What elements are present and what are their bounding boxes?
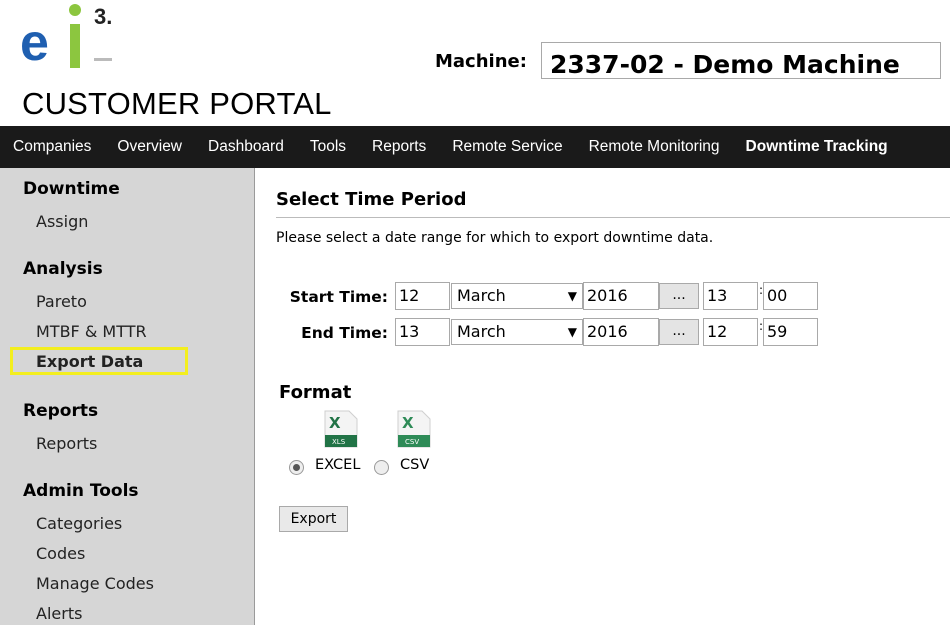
export-data-highlight (10, 347, 188, 375)
start-month-select[interactable]: March ▼ (451, 283, 583, 309)
end-year-input[interactable]: 2016 (583, 318, 659, 346)
end-minute-input[interactable]: 59 (763, 318, 818, 346)
portal-title: CUSTOMER PORTAL (22, 86, 332, 121)
excel-radio[interactable] (289, 460, 304, 475)
logo-e: e (20, 14, 49, 72)
machine-value: 2337-02 - Demo Machine (550, 50, 900, 79)
main-navbar: Companies Overview Dashboard Tools Repor… (0, 126, 950, 168)
end-month-select[interactable]: March ▼ (451, 319, 583, 345)
dropdown-arrow-icon: ▼ (567, 325, 577, 339)
nav-remote-monitoring[interactable]: Remote Monitoring (576, 138, 733, 156)
machine-selector[interactable]: 2337-02 - Demo Machine (541, 42, 941, 79)
start-hour-input[interactable]: 13 (703, 282, 758, 310)
excel-icon-label: XLS (332, 438, 346, 446)
sidebar-item-manage-codes[interactable]: Manage Codes (36, 574, 154, 593)
csv-radio-label: CSV (400, 457, 430, 473)
instructions-text: Please select a date range for which to … (276, 230, 714, 246)
title-divider (276, 217, 950, 218)
sidebar-item-reports[interactable]: Reports (36, 434, 97, 453)
start-day-input[interactable]: 12 (395, 282, 450, 310)
nav-reports[interactable]: Reports (359, 138, 439, 156)
sidebar-item-codes[interactable]: Codes (36, 544, 85, 563)
csv-file-icon: X CSV (394, 409, 434, 449)
sidebar-item-pareto[interactable]: Pareto (36, 292, 87, 311)
sidebar: Downtime Assign Analysis Pareto MTBF & M… (0, 168, 255, 625)
nav-dashboard[interactable]: Dashboard (195, 138, 297, 156)
sidebar-item-assign[interactable]: Assign (36, 212, 88, 231)
svg-text:X: X (329, 414, 341, 432)
sidebar-heading-reports: Reports (23, 401, 99, 421)
svg-text:X: X (402, 414, 414, 432)
nav-remote-service[interactable]: Remote Service (439, 138, 575, 156)
csv-icon-label: CSV (405, 438, 419, 446)
start-date-picker-button[interactable]: ... (659, 283, 699, 309)
end-date-picker-button[interactable]: ... (659, 319, 699, 345)
ei3-logo-graphic: e 3. (20, 4, 112, 72)
nav-downtime-tracking[interactable]: Downtime Tracking (733, 138, 901, 156)
end-month-value: March (457, 322, 506, 341)
export-button[interactable]: Export (279, 506, 348, 532)
sidebar-heading-analysis: Analysis (23, 259, 103, 279)
end-time-label: End Time: (301, 324, 388, 342)
nav-tools[interactable]: Tools (297, 138, 359, 156)
start-time-label: Start Time: (289, 288, 388, 306)
sidebar-heading-downtime: Downtime (23, 179, 120, 199)
logo-superscript: 3. (94, 4, 112, 29)
sidebar-heading-admin-tools: Admin Tools (23, 481, 139, 501)
end-day-input[interactable]: 13 (395, 318, 450, 346)
dropdown-arrow-icon: ▼ (567, 289, 577, 303)
sidebar-item-categories[interactable]: Categories (36, 514, 122, 533)
nav-companies[interactable]: Companies (0, 138, 104, 156)
csv-radio[interactable] (374, 460, 389, 475)
machine-label: Machine: (435, 51, 527, 72)
sidebar-item-mtbf-mttr[interactable]: MTBF & MTTR (36, 322, 147, 341)
sidebar-item-alerts[interactable]: Alerts (36, 604, 82, 623)
end-hour-input[interactable]: 12 (703, 318, 758, 346)
start-minute-input[interactable]: 00 (763, 282, 818, 310)
start-year-input[interactable]: 2016 (583, 282, 659, 310)
excel-radio-label: EXCEL (315, 457, 361, 473)
format-title: Format (279, 382, 352, 403)
nav-overview[interactable]: Overview (104, 138, 195, 156)
page-title: Select Time Period (276, 189, 467, 210)
start-month-value: March (457, 286, 506, 305)
ei3-logo: e 3. (18, 0, 128, 78)
excel-file-icon: X XLS (321, 409, 361, 449)
